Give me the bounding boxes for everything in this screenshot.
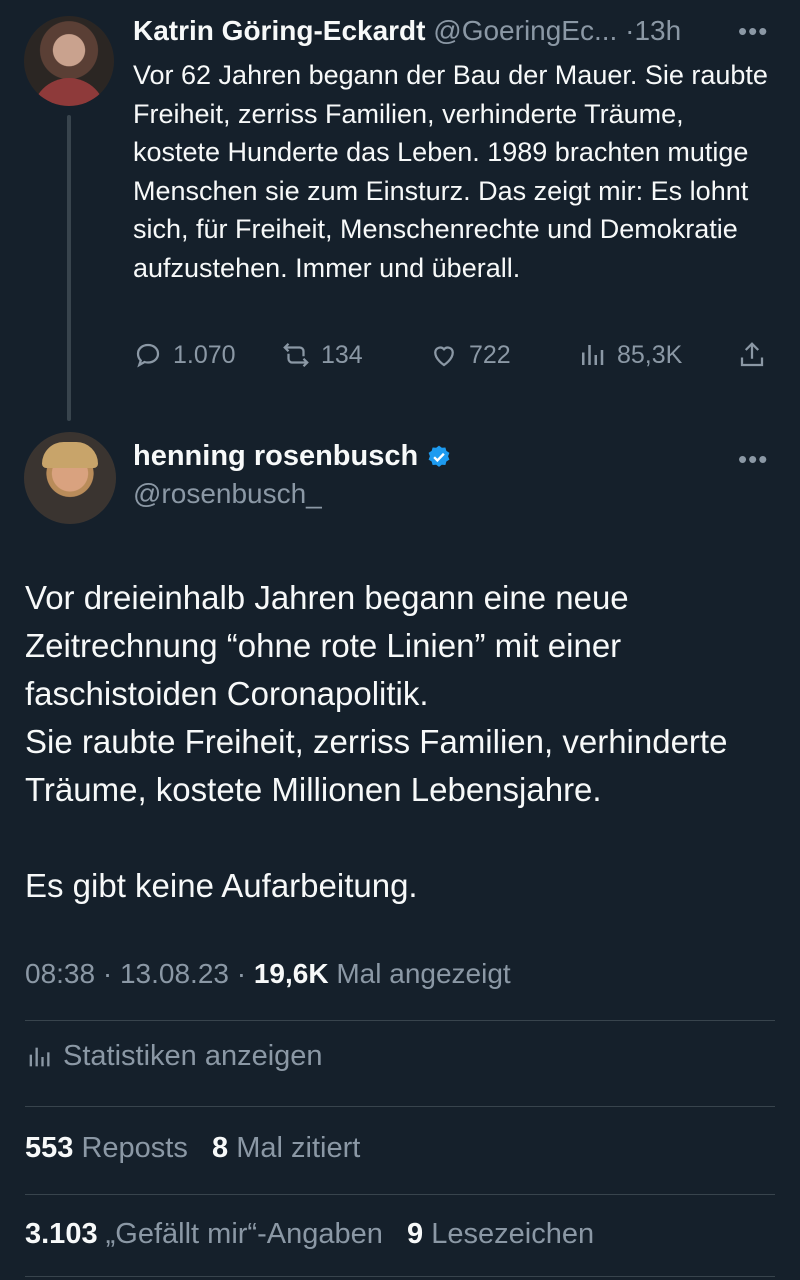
bar-chart-icon xyxy=(29,1047,50,1066)
tweet-meta: 08:38 · 13.08.23 · 19,6K Mal angezeigt xyxy=(25,958,511,989)
bookmarks-count: 9 xyxy=(407,1218,424,1250)
likes-link[interactable]: 3.103 „Gefällt mir“-Angaben xyxy=(25,1218,383,1250)
reply-icon xyxy=(136,343,160,368)
avatar-shoulders xyxy=(32,78,106,106)
engagement-row-2: 3.103 „Gefällt mir“-Angaben 9 Lesezeiche… xyxy=(25,1218,594,1251)
parent-tweet-actions: 1.070 134 722 85,3K xyxy=(133,340,773,380)
view-count: 85,3K xyxy=(617,340,683,369)
bookmarks-label: Lesezeichen xyxy=(431,1218,595,1250)
share-button[interactable] xyxy=(737,340,767,370)
tweet-view-count: 19,6K xyxy=(253,958,329,989)
view-stats-label: Statistiken anzeigen xyxy=(63,1040,323,1072)
repost-icon xyxy=(283,342,309,368)
divider xyxy=(25,1194,775,1195)
bar-chart-icon xyxy=(582,345,604,365)
repost-count: 134 xyxy=(321,340,363,369)
bookmarks-link[interactable]: 9 Lesezeichen xyxy=(407,1218,594,1250)
tweet-view-label: Mal angezeigt xyxy=(336,958,511,989)
more-dots-icon[interactable]: ••• xyxy=(738,16,768,47)
like-button[interactable]: 722 xyxy=(429,340,511,370)
thread-connector-line xyxy=(67,115,71,421)
quotes-label: Mal zitiert xyxy=(236,1132,361,1164)
divider xyxy=(25,1020,775,1021)
view-stats-link[interactable]: Statistiken anzeigen xyxy=(25,1040,323,1073)
likes-label: „Gefällt mir“-Angaben xyxy=(105,1218,383,1250)
author-handle[interactable]: @rosenbusch_ xyxy=(133,478,322,510)
reposts-link[interactable]: 553 Reposts xyxy=(25,1132,188,1164)
verified-badge-icon xyxy=(428,445,450,467)
like-count: 722 xyxy=(469,340,511,369)
avatar-katrin[interactable] xyxy=(24,16,114,106)
share-icon xyxy=(740,342,764,367)
tweet-date[interactable]: 13.08.23 xyxy=(120,958,229,989)
heart-icon xyxy=(434,346,454,367)
divider xyxy=(25,1276,775,1277)
likes-count: 3.103 xyxy=(25,1218,98,1250)
parent-tweet-header: Katrin Göring-Eckardt @GoeringEc... ·13h xyxy=(133,14,681,48)
avatar-henning[interactable] xyxy=(24,432,116,524)
author-name[interactable]: henning rosenbusch xyxy=(133,440,418,473)
reposts-count: 553 xyxy=(25,1132,74,1164)
reply-count: 1.070 xyxy=(173,340,236,369)
quotes-count: 8 xyxy=(212,1132,229,1164)
parent-author-name[interactable]: Katrin Göring-Eckardt xyxy=(133,15,425,46)
reposts-label: Reposts xyxy=(81,1132,188,1164)
parent-author-handle[interactable]: @GoeringEc... xyxy=(433,15,617,46)
repost-button[interactable]: 134 xyxy=(281,340,363,370)
views-button[interactable]: 85,3K xyxy=(577,340,682,370)
engagement-row-1: 553 Reposts 8 Mal zitiert xyxy=(25,1132,360,1165)
quotes-link[interactable]: 8 Mal zitiert xyxy=(212,1132,360,1164)
divider xyxy=(25,1106,775,1107)
more-dots-icon[interactable]: ••• xyxy=(738,444,768,475)
avatar-hair xyxy=(42,442,98,468)
parent-tweet-time[interactable]: 13h xyxy=(634,15,681,46)
tweet-time[interactable]: 08:38 xyxy=(25,958,95,989)
parent-tweet-text: Vor 62 Jahren begann der Bau der Mauer. … xyxy=(133,60,768,283)
tweet-text: Vor dreieinhalb Jahren begann eine neue … xyxy=(25,579,728,904)
author-name-row[interactable]: henning rosenbusch xyxy=(133,440,452,473)
reply-button[interactable]: 1.070 xyxy=(133,340,236,370)
